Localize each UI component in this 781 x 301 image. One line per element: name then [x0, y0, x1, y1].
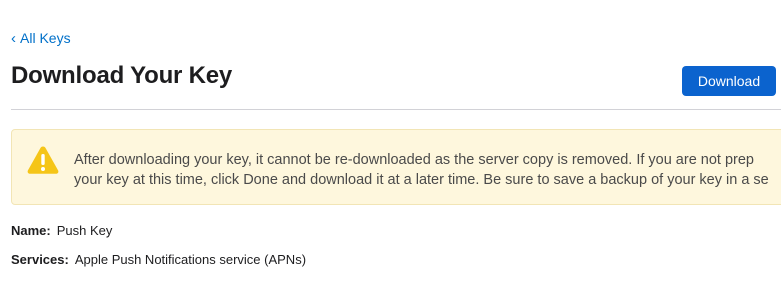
services-label: Services:: [11, 252, 69, 267]
warning-message: After downloading your key, it cannot be…: [74, 150, 781, 190]
name-label: Name:: [11, 223, 51, 238]
key-services-row: Services: Apple Push Notifications servic…: [11, 252, 306, 267]
warning-banner: After downloading your key, it cannot be…: [11, 129, 781, 205]
back-link-label: All Keys: [20, 30, 71, 46]
warning-line-2: your key at this time, click Done and do…: [74, 172, 769, 188]
chevron-left-icon: ‹: [11, 29, 16, 47]
warning-triangle-icon: [27, 146, 59, 174]
name-value: Push Key: [56, 223, 113, 238]
warning-line-1: After downloading your key, it cannot be…: [74, 152, 754, 168]
download-button[interactable]: Download: [682, 66, 776, 96]
services-value: Apple Push Notifications service (APNs): [74, 252, 307, 267]
key-name-row: Name: Push Key: [11, 223, 112, 238]
page-title: Download Your Key: [11, 62, 233, 89]
header-divider: [11, 109, 781, 110]
all-keys-back-link[interactable]: ‹ All Keys: [11, 30, 71, 46]
download-key-page: ‹ All Keys Download Your Key Download Af…: [0, 0, 781, 301]
